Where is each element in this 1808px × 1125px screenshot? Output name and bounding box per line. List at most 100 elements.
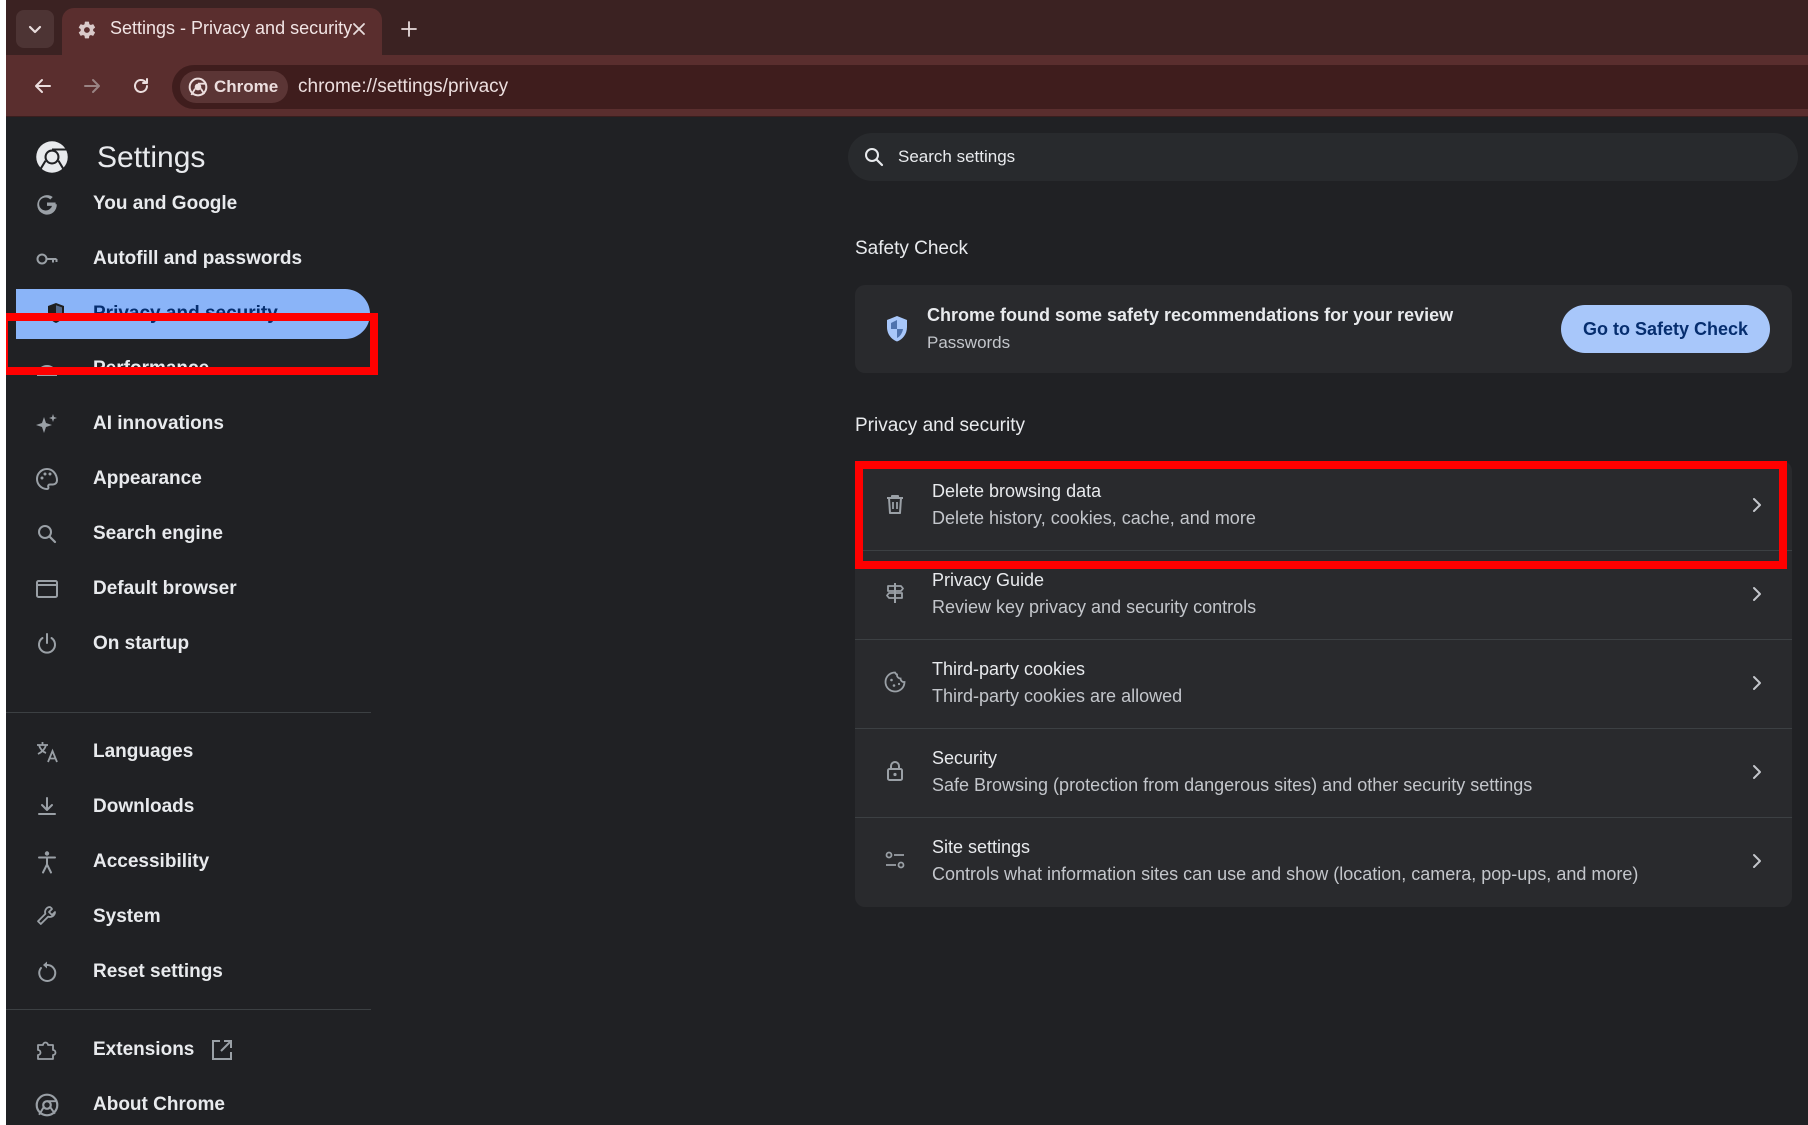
site-info-chip[interactable]: Chrome: [180, 71, 289, 103]
sidebar-divider: [6, 1009, 371, 1010]
chevron-right-icon: [1750, 762, 1764, 782]
sidebar-item-accessibility[interactable]: Accessibility: [6, 837, 374, 887]
sidebar-item-label: Autofill and passwords: [93, 248, 303, 269]
go-to-safety-check-button[interactable]: Go to Safety Check: [1560, 305, 1770, 353]
sidebar-divider: [6, 712, 371, 713]
section-title-privacy: Privacy and security: [855, 415, 1026, 436]
toolbar: Chrome chrome://settings/privacy: [6, 55, 1808, 117]
sidebar-item-languages[interactable]: Languages: [6, 727, 374, 777]
row-subtitle: Delete history, cookies, cache, and more: [932, 508, 1256, 528]
chevron-right-icon: [1750, 495, 1764, 515]
sidebar-item-autofill[interactable]: Autofill and passwords: [6, 234, 374, 284]
google-icon: [34, 191, 60, 217]
privacy-card: Delete browsing data Delete history, coo…: [855, 461, 1792, 907]
sidebar-item-label: About Chrome: [93, 1094, 225, 1115]
chrome-icon: [188, 77, 208, 97]
sidebar-item-privacy-and-security[interactable]: Privacy and security: [16, 289, 370, 339]
back-button[interactable]: [26, 69, 60, 103]
row-subtitle: Safe Browsing (protection from dangerous…: [932, 775, 1533, 795]
power-icon: [34, 631, 60, 657]
sidebar-item-label: You and Google: [93, 193, 238, 214]
chip-label: Chrome: [214, 77, 279, 96]
sidebar-item-label: AI innovations: [93, 413, 224, 434]
sidebar-item-appearance[interactable]: Appearance: [6, 454, 374, 504]
row-subtitle: Controls what information sites can use …: [932, 864, 1639, 884]
browser-window: Settings - Privacy and security Chrome c…: [6, 0, 1808, 1125]
palette-icon: [34, 466, 60, 492]
sidebar-item-about-chrome[interactable]: About Chrome: [6, 1080, 374, 1125]
row-security[interactable]: Security Safe Browsing (protection from …: [855, 728, 1792, 817]
lock-icon: [883, 759, 909, 785]
row-privacy-guide[interactable]: Privacy Guide Review key privacy and sec…: [855, 550, 1792, 639]
row-title: Delete browsing data: [932, 481, 1102, 501]
gear-icon: [77, 20, 97, 40]
sidebar-item-label: On startup: [93, 633, 190, 654]
safety-check-title: Chrome found some safety recommendations…: [927, 305, 1454, 325]
sidebar-item-label: Default browser: [93, 578, 237, 599]
safety-check-card: Chrome found some safety recommendations…: [855, 285, 1792, 373]
sidebar-item-extensions[interactable]: Extensions: [6, 1025, 374, 1075]
tab-strip: Settings - Privacy and security: [6, 0, 1808, 55]
reload-icon: [131, 76, 151, 96]
sidebar-item-reset-settings[interactable]: Reset settings: [6, 947, 374, 997]
sidebar-item-label: Accessibility: [93, 851, 210, 872]
wrench-icon: [34, 904, 60, 930]
sidebar-item-performance[interactable]: Performance: [6, 344, 374, 394]
sidebar-item-default-browser[interactable]: Default browser: [6, 564, 374, 614]
search-input[interactable]: [898, 133, 1758, 181]
shield-icon: [885, 315, 909, 343]
row-title: Third-party cookies: [932, 659, 1086, 679]
row-third-party-cookies[interactable]: Third-party cookies Third-party cookies …: [855, 639, 1792, 728]
puzzle-icon: [34, 1037, 60, 1063]
section-title-safety-check: Safety Check: [855, 238, 968, 259]
plus-icon: [400, 20, 418, 38]
sidebar-item-label: Performance: [93, 358, 210, 379]
search-bar[interactable]: [848, 133, 1798, 181]
download-icon: [34, 794, 60, 820]
sidebar-item-downloads[interactable]: Downloads: [6, 782, 374, 832]
row-title: Site settings: [932, 837, 1031, 857]
safety-check-subtitle: Passwords: [927, 333, 1011, 352]
sidebar-item-label: Extensions: [93, 1039, 195, 1060]
address-bar[interactable]: Chrome chrome://settings/privacy: [172, 65, 1808, 109]
signpost-icon: [883, 581, 909, 607]
forward-button[interactable]: [75, 69, 109, 103]
row-delete-browsing-data[interactable]: Delete browsing data Delete history, coo…: [855, 461, 1792, 550]
sidebar-item-on-startup[interactable]: On startup: [6, 619, 374, 669]
sidebar-item-label: Downloads: [93, 796, 195, 817]
sidebar-item-you-and-google[interactable]: You and Google: [6, 179, 374, 229]
shield-icon: [44, 301, 70, 327]
sidebar-item-label: System: [93, 906, 161, 927]
sidebar-item-label: Languages: [93, 741, 194, 762]
sidebar-item-ai-innovations[interactable]: AI innovations: [6, 399, 374, 449]
sidebar-item-label: Reset settings: [93, 961, 223, 982]
chevron-down-icon: [26, 20, 44, 38]
row-site-settings[interactable]: Site settings Controls what information …: [855, 817, 1792, 906]
sidebar-item-search-engine[interactable]: Search engine: [6, 509, 374, 559]
sidebar-item-label: Appearance: [93, 468, 202, 489]
page-title: Settings: [97, 141, 206, 174]
sparkle-icon: [34, 411, 60, 437]
row-subtitle: Review key privacy and security controls: [932, 597, 1257, 617]
chrome-icon: [34, 1092, 60, 1118]
cookie-icon: [883, 670, 909, 696]
row-subtitle: Third-party cookies are allowed: [932, 686, 1183, 706]
tab-title: Settings - Privacy and security: [110, 18, 353, 38]
key-icon: [34, 246, 60, 272]
close-icon[interactable]: [348, 18, 370, 40]
sidebar-item-system[interactable]: System: [6, 892, 374, 942]
row-title: Privacy Guide: [932, 570, 1045, 590]
settings-sidebar: Settings You and Google Autofill and pas…: [6, 117, 386, 1125]
url-text[interactable]: chrome://settings/privacy: [298, 65, 508, 109]
sidebar-item-label: Privacy and security: [93, 303, 278, 324]
tab-settings[interactable]: Settings - Privacy and security: [62, 8, 382, 55]
search-icon: [862, 145, 886, 169]
reset-icon: [34, 959, 60, 985]
chevron-right-icon: [1750, 584, 1764, 604]
sliders-icon: [883, 848, 909, 874]
new-tab-button[interactable]: [392, 12, 426, 46]
open-in-new-icon: [210, 1038, 234, 1062]
chevron-right-icon: [1750, 851, 1764, 871]
reload-button[interactable]: [124, 69, 158, 103]
tab-search-button[interactable]: [16, 10, 54, 48]
